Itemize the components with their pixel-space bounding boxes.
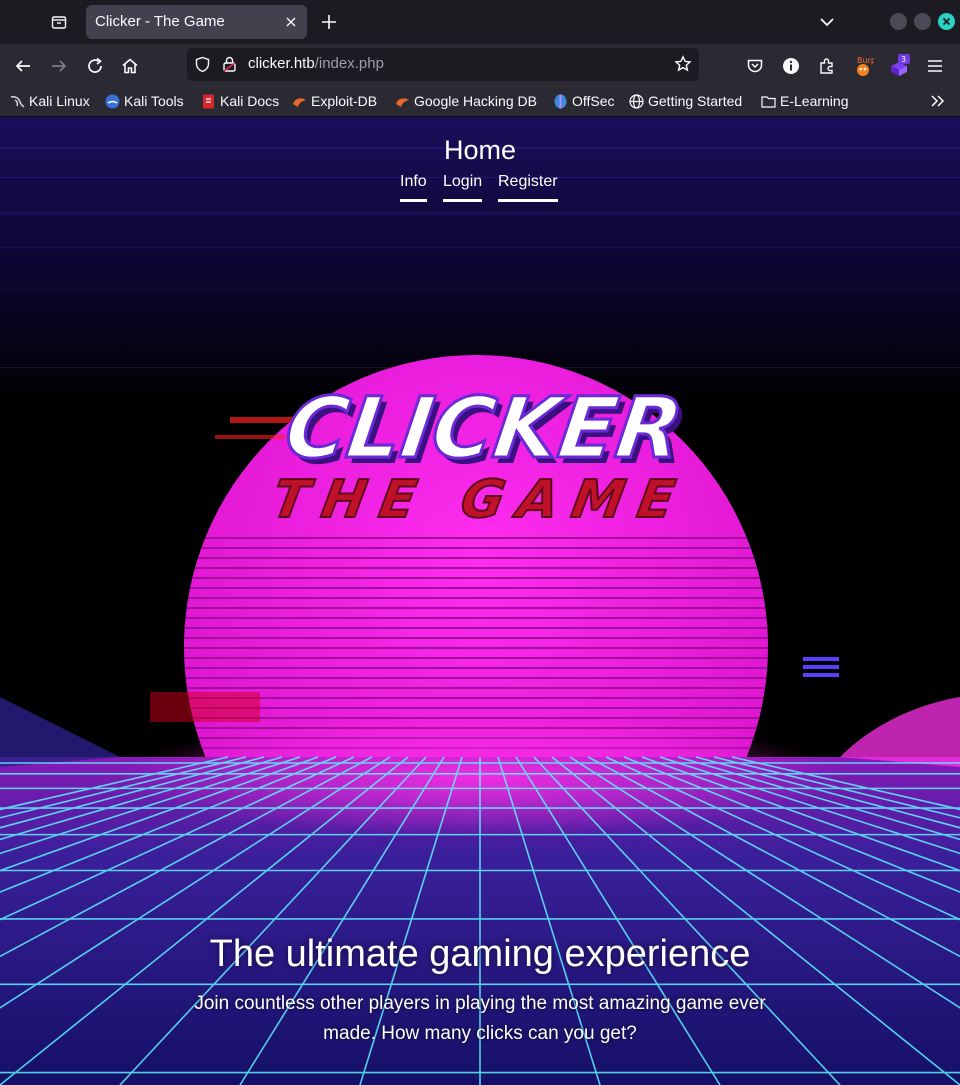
nav-link-login[interactable]: Login	[443, 173, 483, 202]
pocket-icon[interactable]	[743, 54, 767, 78]
sun-stripe	[184, 567, 768, 569]
back-arrow-icon[interactable]	[11, 54, 35, 78]
logo-title: CLICKER	[280, 379, 689, 477]
bookmarks-toolbar: Kali Linux Kali Tools Kali Docs Exploit-…	[0, 86, 960, 117]
globe-icon	[629, 93, 644, 109]
bookmark-label: Google Hacking DB	[414, 93, 537, 109]
url-path: /index.php	[314, 55, 384, 72]
bookmark-label: Kali Linux	[29, 93, 90, 109]
bookmark-exploit-db[interactable]: Exploit-DB	[292, 91, 377, 111]
browser-tab[interactable]: Clicker - The Game	[86, 5, 307, 39]
browser-navbar: clicker.htb/index.php Burp 3	[0, 44, 960, 86]
sun-stripe	[184, 587, 768, 589]
maximize-window-button[interactable]	[914, 13, 931, 30]
bookmark-label: OffSec	[572, 93, 615, 109]
sun-stripe	[184, 657, 768, 659]
hamburger-menu-icon[interactable]	[923, 54, 947, 78]
lock-icon[interactable]	[221, 55, 238, 77]
bookmark-kali-tools[interactable]: Kali Tools	[105, 91, 184, 111]
url-text[interactable]: clicker.htb/index.php	[248, 55, 384, 72]
ghdb-icon	[395, 94, 410, 109]
folder-icon	[761, 94, 776, 109]
bookmark-label: Getting Started	[648, 93, 743, 109]
page-title: Home	[443, 135, 517, 165]
exploitdb-icon	[292, 94, 307, 109]
sun-stripe	[184, 707, 768, 709]
sun-stripe	[184, 547, 768, 549]
extensions-icon[interactable]	[815, 54, 839, 78]
browser-titlebar: Clicker - The Game	[0, 0, 960, 44]
sun-stripe	[184, 677, 768, 679]
bookmark-label: Exploit-DB	[311, 93, 378, 109]
cube-extension-icon[interactable]: 3	[887, 54, 911, 78]
sun-stripe	[184, 577, 768, 579]
logo-subtitle: THE GAME	[268, 469, 693, 530]
reload-icon[interactable]	[83, 54, 107, 78]
tab-title: Clicker - The Game	[95, 13, 225, 30]
forward-arrow-icon[interactable]	[47, 54, 71, 78]
close-window-button[interactable]	[938, 13, 955, 30]
bookmark-e-learning[interactable]: E-Learning	[761, 91, 849, 111]
sun-stripe	[184, 697, 768, 699]
hero-heading: The ultimate gaming experience	[209, 933, 751, 975]
sun-stripe	[184, 627, 768, 629]
sun-stripe	[184, 607, 768, 609]
bookmark-label: E-Learning	[780, 93, 849, 109]
bookmark-google-hacking-db[interactable]: Google Hacking DB	[395, 91, 537, 111]
info-icon[interactable]	[779, 54, 803, 78]
page-nav: Info Login Register	[0, 173, 960, 205]
sun-stripe	[184, 597, 768, 599]
offsec-icon	[553, 94, 568, 109]
sun-stripe	[184, 647, 768, 649]
extension-badge-count: 3	[901, 55, 906, 64]
shield-icon[interactable]	[194, 56, 211, 77]
sun-stripe	[184, 617, 768, 619]
sun-stripe	[184, 537, 768, 539]
kali-dragon-icon	[10, 94, 25, 109]
address-bar[interactable]: clicker.htb/index.php	[187, 48, 699, 81]
burp-extension-icon[interactable]: Burp	[851, 54, 875, 78]
bookmark-star-icon[interactable]	[674, 55, 692, 77]
bookmark-label: Kali Docs	[220, 93, 280, 109]
bookmark-kali-linux[interactable]: Kali Linux	[10, 91, 90, 111]
url-host: clicker.htb	[248, 55, 315, 72]
chevron-down-icon[interactable]	[816, 12, 838, 32]
new-tab-icon[interactable]	[318, 11, 340, 33]
sun-stripe	[184, 667, 768, 669]
web-page: CLICKER CLICKER THE GAME Home Info Login…	[0, 117, 960, 1085]
hero-subtext: Join countless other players in playing …	[194, 993, 766, 1044]
home-icon[interactable]	[118, 54, 142, 78]
bookmark-offsec[interactable]: OffSec	[553, 91, 615, 111]
kali-docs-icon	[201, 94, 216, 109]
minimize-window-button[interactable]	[890, 13, 907, 30]
nav-link-register[interactable]: Register	[498, 173, 558, 202]
kali-tools-icon	[105, 94, 120, 109]
burp-badge-text: Burp	[857, 56, 874, 65]
tab-list-icon[interactable]	[47, 10, 71, 34]
close-tab-icon[interactable]	[283, 14, 299, 30]
clicker-logo: CLICKER CLICKER THE GAME	[267, 378, 694, 531]
sun-stripe	[184, 637, 768, 639]
bookmarks-overflow-icon[interactable]	[929, 91, 945, 111]
sun-stripe	[184, 557, 768, 559]
bookmark-label: Kali Tools	[124, 93, 184, 109]
bookmark-getting-started[interactable]: Getting Started	[629, 91, 742, 111]
bookmark-kali-docs[interactable]: Kali Docs	[201, 91, 279, 111]
nav-link-info[interactable]: Info	[400, 173, 427, 202]
sun-stripe	[184, 687, 768, 689]
